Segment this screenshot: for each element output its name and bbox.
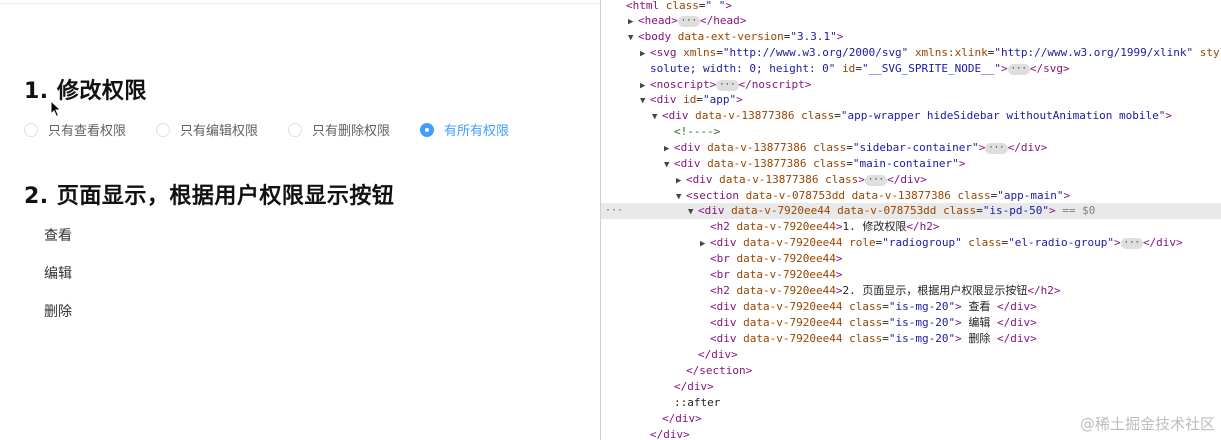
expand-triangle-icon[interactable]: ▶ bbox=[628, 14, 638, 30]
radio-option-0[interactable]: 只有查看权限 bbox=[24, 120, 126, 139]
dom-node-markup: solute; width: 0; height: 0" id="__SVG_S… bbox=[650, 62, 1070, 75]
radio-option-3[interactable]: 有所有权限 bbox=[420, 120, 509, 139]
collapse-triangle-icon[interactable]: ▼ bbox=[652, 109, 662, 125]
dom-node-markup: <div data-v-13877386 class> ··· </div> bbox=[686, 173, 927, 186]
dom-tree-node[interactable]: </div> bbox=[601, 379, 1221, 395]
expand-triangle-icon[interactable]: ▶ bbox=[700, 236, 710, 252]
dom-tree-node[interactable]: ▶ <svg xmlns="http://www.w3.org/2000/svg"… bbox=[601, 45, 1221, 61]
dom-node-markup: <div data-v-7920ee44 class="is-mg-20"> 查… bbox=[710, 300, 1037, 313]
dom-node-markup: <!----> bbox=[674, 125, 721, 138]
dom-node-markup: <div data-v-7920ee44 class="is-mg-20"> 编… bbox=[710, 316, 1037, 329]
dom-node-markup: </section> bbox=[686, 364, 753, 377]
rendered-page: 1. 修改权限 只有查看权限 只有编辑权限 只有删除权限 有所有权限 2. 页面显示，… bbox=[0, 0, 600, 440]
dom-tree-node[interactable]: ▼ <div data-v-13877386 class="app-wrapper… bbox=[601, 108, 1221, 124]
dom-node-markup: <h2 data-v-7920ee44>1. 修改权限</h2> bbox=[710, 220, 940, 233]
radio-label: 只有查看权限 bbox=[48, 124, 127, 139]
radio-label: 只有编辑权限 bbox=[180, 124, 259, 139]
permission-radio-group: 只有查看权限 只有编辑权限 只有删除权限 有所有权限 bbox=[24, 120, 539, 139]
dom-tree-node[interactable]: <html class=" "> bbox=[601, 0, 1221, 14]
dom-node-markup: <div data-v-7920ee44 class="is-mg-20"> 删… bbox=[710, 332, 1037, 345]
dom-tree-node[interactable]: </div> bbox=[601, 347, 1221, 363]
expand-triangle-icon[interactable]: ▶ bbox=[676, 173, 686, 189]
expand-triangle-icon[interactable]: ▶ bbox=[640, 46, 650, 62]
dom-tree-node[interactable]: ▶ <div data-v-13877386 class="sidebar-con… bbox=[601, 140, 1221, 156]
dom-tree-node[interactable]: ▶ <head> ··· </head> bbox=[601, 13, 1221, 29]
dom-tree-node[interactable]: ▶ <noscript> ··· </noscript> bbox=[601, 77, 1221, 93]
delete-button[interactable]: 删除 bbox=[44, 301, 72, 321]
dom-tree-node[interactable]: <h2 data-v-7920ee44>1. 修改权限</h2> bbox=[601, 219, 1221, 235]
view-button[interactable]: 查看 bbox=[44, 225, 72, 245]
dom-tree-node[interactable]: ▼ <section data-v-078753dd data-v-1387738… bbox=[601, 188, 1221, 204]
collapse-triangle-icon[interactable]: ▼ bbox=[628, 30, 638, 46]
dom-tree-node[interactable]: ::after bbox=[601, 395, 1221, 411]
dom-tree-node[interactable]: solute; width: 0; height: 0" id="__SVG_S… bbox=[601, 61, 1221, 77]
dom-node-markup: <body data-ext-version="3.3.1"> bbox=[638, 30, 844, 43]
dom-node-markup: <div id="app"> bbox=[650, 93, 743, 106]
dom-node-markup: <noscript> ··· </noscript> bbox=[650, 78, 812, 91]
collapse-triangle-icon[interactable]: ▼ bbox=[640, 93, 650, 109]
collapse-triangle-icon[interactable]: ▼ bbox=[664, 157, 674, 173]
dom-node-markup: <html class=" "> bbox=[626, 0, 732, 12]
dom-node-markup: <br data-v-7920ee44> bbox=[710, 268, 843, 281]
dom-tree-node[interactable]: <!----> bbox=[601, 124, 1221, 140]
radio-circle-icon[interactable] bbox=[288, 122, 303, 137]
dom-tree-node[interactable]: ▼ <div data-v-7920ee44 data-v-078753dd cl… bbox=[601, 203, 1221, 219]
radio-label: 只有删除权限 bbox=[312, 124, 391, 139]
dom-node-markup: <br data-v-7920ee44> bbox=[710, 252, 843, 265]
heading-modify-permission: 1. 修改权限 bbox=[24, 79, 147, 104]
dom-tree-node[interactable]: <br data-v-7920ee44> bbox=[601, 267, 1221, 283]
dom-node-markup: <div data-v-13877386 class="sidebar-cont… bbox=[674, 141, 1048, 154]
expand-triangle-icon[interactable]: ▶ bbox=[664, 141, 674, 157]
dom-tree-node[interactable]: ▶ <div data-v-7920ee44 role="radiogroup" … bbox=[601, 235, 1221, 251]
dom-node-markup: </div> bbox=[698, 348, 738, 361]
dom-node-markup: <head> ··· </head> bbox=[638, 14, 747, 27]
dom-node-markup: <div data-v-7920ee44 data-v-078753dd cla… bbox=[698, 204, 1096, 217]
dom-tree-node[interactable]: <div data-v-7920ee44 class="is-mg-20"> 编… bbox=[601, 315, 1221, 331]
radio-circle-icon[interactable] bbox=[420, 122, 435, 137]
dom-node-markup: <section data-v-078753dd data-v-13877386… bbox=[686, 189, 1071, 202]
dom-tree-node[interactable]: ▶ <div data-v-13877386 class> ··· </div> bbox=[601, 172, 1221, 188]
dom-tree-node[interactable]: </section> bbox=[601, 363, 1221, 379]
dom-node-markup: ::after bbox=[674, 396, 721, 409]
collapse-triangle-icon[interactable]: ▼ bbox=[688, 204, 698, 220]
radio-circle-icon[interactable] bbox=[156, 122, 171, 137]
dom-node-markup: <h2 data-v-7920ee44>2. 页面显示，根据用户权限显示按钮</… bbox=[710, 284, 1061, 297]
dom-tree-node[interactable]: <h2 data-v-7920ee44>2. 页面显示，根据用户权限显示按钮</… bbox=[601, 283, 1221, 299]
radio-label: 有所有权限 bbox=[444, 124, 510, 139]
dom-tree-node[interactable]: ▼ <div data-v-13877386 class="main-contai… bbox=[601, 156, 1221, 172]
dom-tree-node[interactable]: ▼ <div id="app"> bbox=[601, 92, 1221, 108]
dom-node-markup: </div> bbox=[662, 412, 702, 425]
edit-button[interactable]: 编辑 bbox=[44, 263, 72, 283]
gutter-more-icon[interactable]: ··· bbox=[605, 203, 623, 219]
radio-circle-icon[interactable] bbox=[24, 122, 38, 137]
dom-node-markup: <div data-v-13877386 class="main-contain… bbox=[674, 157, 966, 170]
heading-show-buttons: 2. 页面显示，根据用户权限显示按钮 bbox=[24, 184, 395, 209]
dom-node-markup: </div> bbox=[674, 380, 714, 393]
dom-tree-node[interactable]: <div data-v-7920ee44 class="is-mg-20"> 查… bbox=[601, 299, 1221, 315]
watermark: @稀土掘金技术社区 bbox=[1079, 415, 1215, 433]
dom-tree-node[interactable]: <br data-v-7920ee44> bbox=[601, 251, 1221, 267]
dom-node-markup: <div data-v-7920ee44 role="radiogroup" c… bbox=[710, 236, 1183, 249]
dom-node-markup: <svg xmlns="http://www.w3.org/2000/svg" … bbox=[650, 46, 1221, 59]
radio-option-2[interactable]: 只有删除权限 bbox=[288, 120, 390, 139]
dom-tree-node[interactable]: ▼ <body data-ext-version="3.3.1"> bbox=[601, 29, 1221, 45]
radio-option-1[interactable]: 只有编辑权限 bbox=[156, 120, 258, 139]
devtools-elements-panel[interactable]: <html class=" "> ▶ <head> ··· </head> ▼ <body … bbox=[600, 0, 1221, 440]
dom-node-markup: </div> bbox=[650, 428, 690, 440]
dom-tree-node[interactable]: <div data-v-7920ee44 class="is-mg-20"> 删… bbox=[601, 331, 1221, 347]
dom-node-markup: <div data-v-13877386 class="app-wrapper … bbox=[662, 109, 1172, 122]
top-divider bbox=[0, 3, 600, 4]
